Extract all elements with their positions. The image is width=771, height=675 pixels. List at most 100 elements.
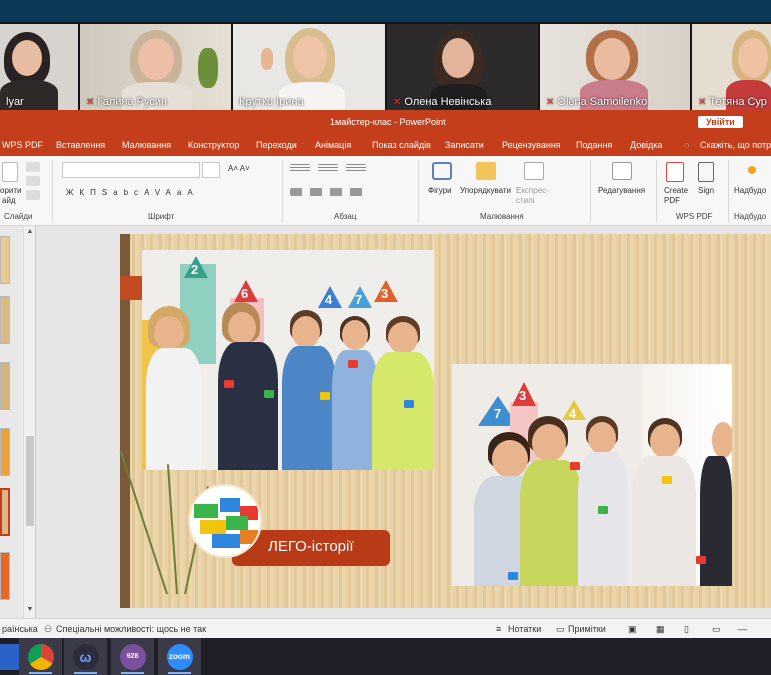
editing-label[interactable]: Редагування [598, 186, 645, 195]
tab-animations[interactable]: Анімація [315, 140, 351, 150]
tab-slide-show[interactable]: Показ слайдів [372, 140, 431, 150]
ribbon-separator [52, 160, 53, 222]
accessibility-status[interactable]: Спеціальні можливості: щось не так [56, 624, 206, 634]
lego-brick [598, 506, 608, 514]
participant-name: ✕ Тетяна Сур [698, 96, 767, 108]
reset-icon[interactable] [26, 176, 40, 186]
language-indicator[interactable]: раїнська [2, 624, 38, 634]
quick-styles-icon[interactable] [524, 162, 544, 180]
slide-sorter-icon[interactable]: ▦ [656, 624, 665, 635]
shapes-icon[interactable] [432, 162, 452, 180]
section-icon[interactable] [26, 190, 40, 200]
lego-brick [508, 572, 518, 580]
tab-insert[interactable]: Вставлення [56, 140, 105, 150]
lego-brick [570, 462, 580, 470]
slide-thumbnail[interactable] [0, 296, 10, 344]
participant-tile[interactable]: lyar [0, 24, 78, 110]
numbering-icon[interactable] [318, 164, 338, 172]
layout-icon[interactable] [26, 162, 40, 172]
ribbon-tabs: WPS PDF Вставлення Малювання Конструктор… [0, 134, 771, 156]
group-wps-pdf-label: WPS PDF [676, 212, 713, 221]
font-format-buttons[interactable]: ЖКПSabcAVAaA [66, 188, 199, 197]
number-label: 6 [241, 286, 249, 301]
sign-icon[interactable] [698, 162, 714, 182]
participant-tile[interactable]: ✕ Галина Русин [80, 24, 231, 110]
tab-wps-pdf[interactable]: WPS PDF [2, 140, 43, 150]
slide-thumbnail[interactable] [0, 236, 10, 284]
kids-photo-1[interactable]: 2 6 4 7 3 [142, 250, 434, 470]
slide-thumbnail[interactable] [0, 552, 10, 600]
tab-help[interactable]: Довідка [630, 140, 662, 150]
app-icon: ω [72, 643, 99, 670]
participant-name: ✕ Олена Невінська [393, 96, 492, 108]
participant-tile-active-speaker[interactable]: Крутко Ірина [233, 24, 385, 110]
powerpoint-window: 1майстер-клас - PowerPoint Увійти WPS PD… [0, 110, 771, 638]
ribbon-separator [728, 160, 729, 222]
tab-review[interactable]: Рецензування [502, 140, 561, 150]
tab-draw[interactable]: Малювання [122, 140, 171, 150]
create-pdf-icon[interactable] [666, 162, 684, 182]
taskbar-zoom[interactable]: zoom [158, 638, 201, 675]
comments-button[interactable]: Примітки [568, 624, 606, 634]
quick-styles-label[interactable]: Експрес-стилі [516, 186, 556, 206]
arrange-label[interactable]: Упорядкувати [460, 186, 511, 195]
shapes-label[interactable]: Фігури [428, 186, 452, 195]
notes-button[interactable]: Нотатки [508, 624, 541, 634]
participant-tile[interactable]: ✕ Олена Невінська [387, 24, 538, 110]
group-paragraph-label: Абзац [334, 212, 357, 221]
taskbar-chrome[interactable] [19, 638, 62, 675]
ribbon-separator [282, 160, 283, 222]
slide-thumbnail-selected[interactable] [0, 488, 10, 536]
participant-tile[interactable]: ✕ Olena Samoilenko [540, 24, 690, 110]
participant-name: lyar [6, 96, 24, 108]
tell-me-search[interactable]: Скажіть, що потрі [700, 140, 771, 150]
kids-photo-2[interactable]: 7 3 4 [452, 364, 732, 586]
taskbar-app[interactable]: ω [64, 638, 107, 675]
scroll-down-icon[interactable]: ▼ [24, 606, 36, 616]
lightbulb-icon: ◌ [684, 140, 690, 150]
ribbon-separator [590, 160, 591, 222]
grow-font-icon[interactable]: A˄ A˅ [228, 164, 250, 173]
participant-tile[interactable]: ✕ Тетяна Сур [692, 24, 771, 110]
lego-brick [224, 380, 234, 388]
tab-view[interactable]: Подання [576, 140, 612, 150]
number-label: 4 [569, 406, 577, 421]
new-slide-label-2: айд [2, 196, 16, 205]
lego-brick [696, 556, 706, 564]
addins-label[interactable]: Надбудо [734, 186, 766, 195]
addins-icon[interactable] [748, 166, 756, 174]
lego-brick [320, 392, 330, 400]
tab-design[interactable]: Конструктор [188, 140, 239, 150]
thumbnails-scrollbar[interactable]: ▲ ▼ [23, 226, 35, 618]
font-size-box[interactable] [202, 162, 220, 178]
zoom-out-icon[interactable]: — [738, 624, 747, 634]
lego-bricks-image[interactable] [188, 484, 262, 558]
reading-view-icon[interactable]: ▯ [684, 624, 689, 635]
slide-thumbnail[interactable] [0, 428, 10, 476]
create-pdf-label[interactable]: Create PDF [664, 186, 694, 206]
font-name-box[interactable] [62, 162, 200, 178]
window-title: 1майстер-клас - PowerPoint [330, 117, 446, 127]
scrollbar-thumb[interactable] [26, 436, 34, 526]
sign-label[interactable]: Sign [698, 186, 714, 195]
participant-name: ✕ Olena Samoilenko [546, 96, 648, 108]
align-icon[interactable] [290, 188, 370, 196]
group-addins-label: Надбудо [734, 212, 767, 221]
viber-icon: 928 [119, 643, 146, 670]
bullets-icon[interactable] [290, 164, 310, 172]
slide-show-icon[interactable]: ▭ [712, 624, 721, 635]
new-slide-icon[interactable] [2, 162, 18, 182]
slide[interactable]: 2 6 4 7 3 7 3 4 ЛЕГО-історії [119, 234, 771, 608]
normal-view-icon[interactable]: ▣ [628, 624, 637, 635]
tab-record[interactable]: Записати [445, 140, 484, 150]
tab-transitions[interactable]: Переходи [256, 140, 297, 150]
indent-icon[interactable] [346, 164, 366, 172]
sign-in-button[interactable]: Увійти [698, 116, 743, 128]
ribbon-separator [656, 160, 657, 222]
taskbar-viber[interactable]: 928 [111, 638, 154, 675]
search-icon[interactable] [612, 162, 632, 180]
arrange-icon[interactable] [476, 162, 496, 180]
slide-thumbnail[interactable] [0, 362, 10, 410]
scroll-up-icon[interactable]: ▲ [24, 228, 36, 238]
ribbon-separator [418, 160, 419, 222]
